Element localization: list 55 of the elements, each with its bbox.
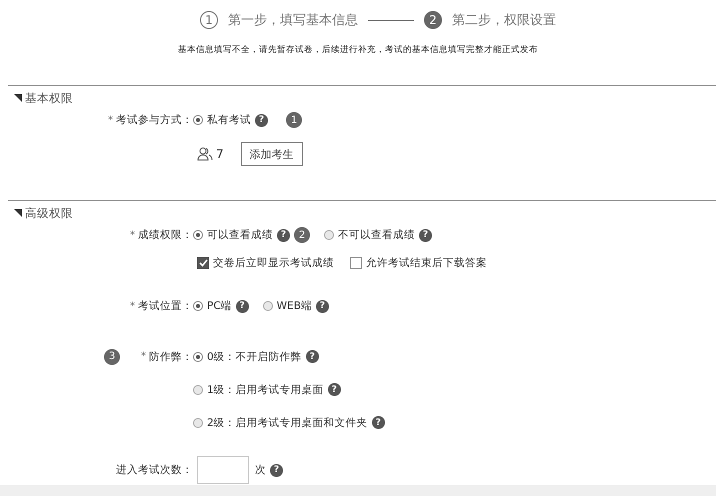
radio-button[interactable]	[193, 418, 203, 428]
option-label: 不可以查看成绩	[338, 228, 415, 242]
help-icon[interactable]: ?	[255, 114, 268, 126]
section-title: 高级权限	[25, 206, 73, 220]
field-label: 成绩权限：	[138, 228, 193, 242]
help-icon[interactable]: ?	[419, 228, 432, 242]
notice-text: 基本信息填写不全，请先暂存试卷，后续进行补充，考试的基本信息填写完整才能正式发布	[177, 44, 539, 57]
help-icon[interactable]: ?	[277, 228, 290, 242]
required-mark: *	[130, 300, 135, 312]
option-label: PC端	[207, 299, 232, 313]
help-icon[interactable]: ?	[372, 416, 385, 429]
option-label: 1级：启用考试专用桌面	[207, 382, 324, 396]
help-icon[interactable]: ?	[236, 300, 249, 312]
field-label: 防作弊：	[149, 350, 193, 364]
help-icon[interactable]: ?	[316, 300, 329, 312]
help-icon[interactable]: ?	[328, 383, 341, 396]
radio-button[interactable]	[262, 301, 273, 311]
field-label: 进入考试次数：	[116, 463, 193, 477]
option-label: 2级：启用考试专用桌面和文件夹	[207, 416, 368, 430]
people-icon	[197, 147, 213, 161]
option-label: 0级：不开启防作弊	[207, 350, 302, 364]
option-label: 可以查看成绩	[207, 228, 273, 242]
radio-button[interactable]	[193, 115, 203, 125]
required-mark: *	[130, 230, 135, 240]
section-title: 基本权限	[25, 90, 73, 106]
step-number: 1	[200, 11, 218, 29]
checkbox[interactable]	[350, 257, 362, 269]
corner-icon	[14, 94, 22, 102]
checkbox-label: 允许考试结束后下载答案	[366, 256, 487, 270]
corner-icon	[14, 209, 22, 217]
option-label: WEB端	[276, 299, 312, 313]
help-icon[interactable]: ?	[270, 464, 283, 476]
step-label: 第二步，权限设置	[452, 12, 556, 29]
radio-button[interactable]	[193, 230, 203, 240]
checkbox-label: 交卷后立即显示考试成绩	[213, 256, 334, 270]
add-examinee-button[interactable]: 添加考生	[240, 142, 303, 166]
help-icon[interactable]: ?	[306, 350, 319, 363]
checkbox[interactable]	[197, 257, 209, 269]
required-mark: *	[108, 114, 113, 126]
step-label: 第一步，填写基本信息	[228, 12, 358, 29]
radio-button[interactable]	[193, 384, 203, 394]
radio-button[interactable]	[324, 230, 334, 240]
step-number: 2	[424, 11, 442, 29]
required-mark: *	[141, 351, 146, 362]
unit-label: 次	[255, 463, 266, 477]
participant-count: 7	[216, 147, 224, 161]
option-label: 私有考试	[207, 113, 251, 127]
radio-button[interactable]	[193, 352, 203, 362]
count-field[interactable]	[197, 456, 249, 484]
step-badge: 1	[286, 112, 302, 128]
radio-button[interactable]	[193, 301, 203, 311]
step-badge: 2	[294, 227, 310, 243]
field-label: 考试参与方式：	[116, 113, 193, 127]
field-label: 考试位置：	[138, 299, 193, 313]
step-badge: 3	[104, 348, 120, 364]
